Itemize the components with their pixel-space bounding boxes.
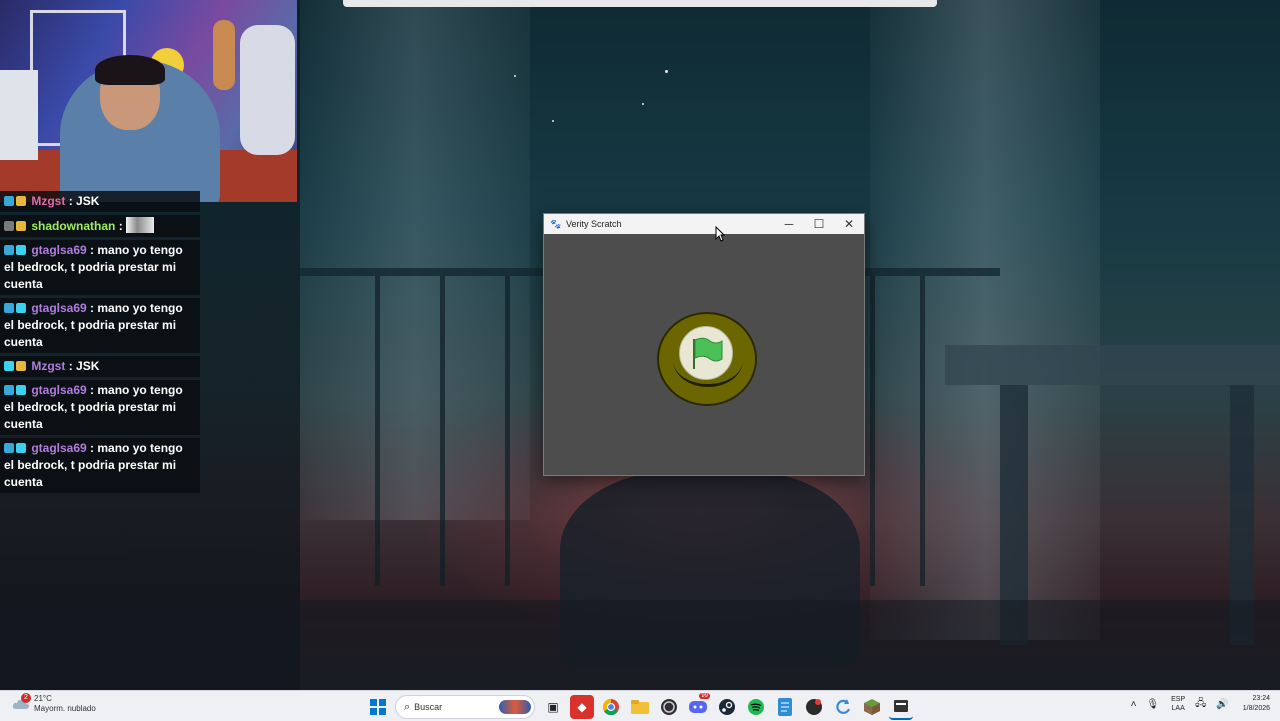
chat-username: Mzgst — [31, 194, 66, 208]
badge-icon — [16, 443, 26, 453]
app-icon: 🐾 — [550, 219, 562, 229]
chat-username: shadownathan — [31, 219, 116, 233]
chat-text: : JSK — [68, 359, 100, 373]
badge-icon — [4, 361, 14, 371]
badge-icon — [4, 385, 14, 395]
task-view-icon[interactable]: ▣ — [541, 695, 565, 719]
screen-recorder-icon[interactable]: ◆ — [570, 695, 594, 719]
weather-temp: 21°C — [34, 694, 52, 703]
cloud-icon: 2 — [12, 693, 31, 711]
start-button[interactable] — [366, 695, 390, 719]
window-title: Verity Scratch — [566, 219, 622, 229]
chat-message: gtaglsa69 : mano yo tengo el bedrock, t … — [0, 298, 200, 353]
search-icon: ⌕ — [404, 700, 411, 713]
taskbar: 2 21°C Mayorm. nublado ⌕ Buscar ▣ ◆ 99 ˄… — [0, 690, 1280, 721]
app-record-icon[interactable] — [802, 695, 826, 719]
badge-icon — [16, 361, 26, 371]
chat-overlay: Mzgst : JSK shadownathan : gtaglsa69 : m… — [0, 191, 200, 496]
obs-icon[interactable] — [657, 695, 681, 719]
badge-icon — [16, 221, 26, 231]
green-flag-icon — [693, 337, 723, 369]
keyboard-layout: LAA — [1171, 705, 1185, 712]
emote-icon — [126, 217, 155, 233]
chat-message: gtaglsa69 : mano yo tengo el bedrock, t … — [0, 240, 200, 295]
mouse-cursor-icon — [715, 226, 725, 242]
steam-icon[interactable] — [715, 695, 739, 719]
maximize-button[interactable]: ☐ — [804, 214, 834, 234]
search-highlight-icon — [499, 700, 531, 714]
app-window[interactable]: 🐾 Verity Scratch ─ ☐ ✕ — [543, 213, 865, 476]
chat-message: Mzgst : JSK — [0, 356, 200, 377]
search-placeholder: Buscar — [414, 702, 443, 712]
clock[interactable]: 23:24 1/8/2026 — [1243, 694, 1270, 714]
chat-username: gtaglsa69 — [31, 441, 87, 455]
badge-icon — [16, 385, 26, 395]
microphone-icon[interactable]: 🎙 — [1146, 699, 1159, 710]
language-indicator[interactable]: ESP LAA — [1171, 695, 1185, 713]
badge-icon — [4, 303, 14, 313]
chat-text: : — [118, 219, 123, 233]
notification-badge: 2 — [21, 693, 31, 703]
notification-badge: 99 — [699, 693, 710, 699]
top-window-edge — [343, 0, 937, 7]
clock-date: 1/8/2026 — [1242, 705, 1270, 712]
chrome-icon[interactable] — [599, 695, 623, 719]
chat-text: : JSK — [68, 194, 100, 208]
weather-desc: Mayorm. nublado — [34, 704, 96, 713]
close-button[interactable]: ✕ — [834, 214, 864, 234]
badge-icon — [4, 196, 14, 206]
badge-icon — [16, 303, 26, 313]
chat-username: gtaglsa69 — [31, 383, 87, 397]
search-input[interactable]: ⌕ Buscar — [395, 695, 535, 719]
green-flag-button[interactable] — [657, 312, 757, 406]
notepad-icon[interactable] — [773, 695, 797, 719]
chat-username: gtaglsa69 — [31, 301, 87, 315]
discord-icon[interactable]: 99 — [686, 693, 710, 719]
language-code: ESP — [1171, 696, 1186, 703]
chat-message: gtaglsa69 : mano yo tengo el bedrock, t … — [0, 380, 200, 435]
windows-icon — [370, 699, 386, 715]
stage-area[interactable] — [544, 234, 864, 475]
network-icon[interactable]: 🖧 — [1195, 696, 1206, 713]
minecraft-icon[interactable] — [860, 695, 884, 719]
badge-icon — [4, 245, 14, 255]
system-tray: ˄ 🎙 ESP LAA 🖧 🔊 23:24 1/8/2026 — [1121, 694, 1270, 714]
badge-icon — [4, 221, 14, 231]
chat-username: Mzgst — [31, 359, 66, 373]
webcam-overlay — [0, 0, 297, 202]
chat-username: gtaglsa69 — [31, 243, 87, 257]
chevron-up-icon[interactable]: ˄ — [1131, 699, 1137, 710]
window-titlebar[interactable]: 🐾 Verity Scratch ─ ☐ ✕ — [544, 214, 864, 234]
badge-icon — [4, 443, 14, 453]
chat-message: shadownathan : — [0, 215, 200, 237]
volume-icon[interactable]: 🔊 — [1216, 699, 1228, 710]
refresh-app-icon[interactable] — [831, 695, 855, 719]
clock-time: 23:24 — [1252, 695, 1270, 702]
badge-icon — [16, 196, 26, 206]
weather-widget[interactable]: 2 21°C Mayorm. nublado — [12, 693, 96, 714]
badge-icon — [16, 245, 26, 255]
chat-message: Mzgst : JSK — [0, 191, 200, 212]
active-app-icon[interactable] — [889, 694, 913, 720]
spotify-icon[interactable] — [744, 695, 768, 719]
minimize-button[interactable]: ─ — [774, 214, 804, 234]
file-explorer-icon[interactable] — [628, 695, 652, 719]
chat-message: gtaglsa69 : mano yo tengo el bedrock, t … — [0, 438, 200, 493]
